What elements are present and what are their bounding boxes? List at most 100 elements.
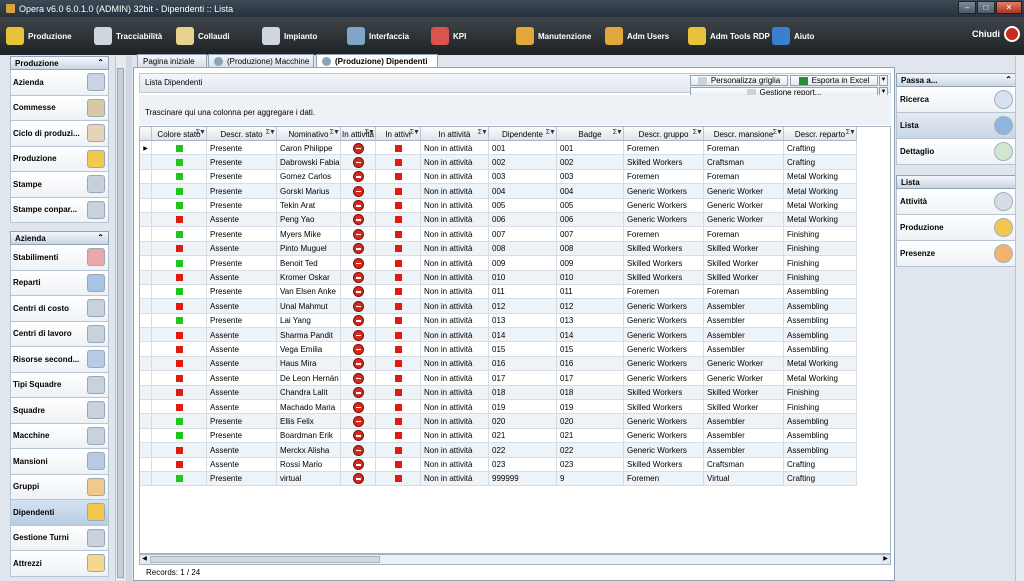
filter-icon[interactable]: Σ▼ [546,129,556,136]
table-row[interactable]: Presente Myers Mike Non in attività 007 007 F… [140,227,857,242]
table-row[interactable]: Assente Rossi Mario Non in attività 023 023 S… [140,457,857,472]
row-indicator[interactable] [140,198,152,213]
nav-item-reparti[interactable]: Reparti [10,270,109,296]
nav-item-dipendenti[interactable]: Dipendenti [10,500,109,526]
table-row[interactable]: Presente Van Elsen Anke Non in attività 011… [140,284,857,300]
scroll-left-arrow[interactable]: ◀ [140,555,149,564]
filter-icon[interactable]: Σ▼ [410,129,420,136]
row-indicator[interactable] [140,169,152,184]
table-row[interactable]: Presente Benoit Ted Non in attività 009 009 S… [140,256,857,271]
column-header-badge[interactable]: Badge Σ▼ [557,127,624,141]
row-indicator[interactable] [140,385,152,400]
nav-item-ciclo-di-produzi[interactable]: Ciclo di produzi... [10,121,109,147]
row-indicator[interactable] [140,428,152,443]
row-indicator[interactable] [140,227,152,242]
scroll-thumb[interactable] [150,556,380,563]
export-dropdown-arrow[interactable]: ▼ [879,75,888,86]
customize-grid-button[interactable]: Personalizza griglia [690,75,788,86]
row-indicator[interactable] [140,342,152,357]
close-window-button[interactable]: ✕ [996,1,1022,14]
column-header-descr-mansione[interactable]: Descr. mansione Σ▼ [704,127,784,141]
column-header-in-attivit[interactable]: In attività Σ▼ [341,127,376,141]
nav-group-produzione-header[interactable]: Produzione ⌃ [10,56,109,70]
nav-item-macchine[interactable]: Macchine [10,423,109,449]
nav-item-commesse[interactable]: Commesse [10,95,109,121]
table-row[interactable]: Assente Unal Mahmut Non in attività 012 012 G… [140,299,857,314]
rp-item-ricerca[interactable]: Ricerca [896,87,1017,113]
left-nav-scrollbar[interactable] [115,56,125,581]
minimize-button[interactable]: – [958,1,976,14]
nav-item-stampe-conpar[interactable]: Stampe conpar... [10,197,109,223]
row-indicator[interactable] [140,457,152,472]
nav-item-gruppi[interactable]: Gruppi [10,474,109,500]
table-row[interactable]: Presente virtual Non in attività 999999 9 For… [140,471,857,487]
column-header-dipendente[interactable]: Dipendente Σ▼ [489,127,557,141]
nav-item-attrezzi[interactable]: Attrezzi [10,551,109,577]
collapse-icon[interactable]: ⌃ [97,58,104,67]
row-indicator[interactable] [140,356,152,371]
right-scrollbar[interactable] [1015,56,1024,581]
filter-icon[interactable]: Σ▼ [365,129,375,136]
panel-splitter[interactable] [126,56,132,581]
column-header-descr-gruppo[interactable]: Descr. gruppo Σ▼ [624,127,704,141]
nav-group-azienda-header[interactable]: Azienda ⌃ [10,231,109,245]
table-row[interactable]: Assente Vega Emilia Non in attività 015 015 G… [140,342,857,357]
row-indicator[interactable] [140,371,152,386]
menu-adm-tools-rdp[interactable]: Adm Tools RDP [688,25,770,47]
scroll-right-arrow[interactable]: ▶ [881,555,890,564]
column-header-descr-stato[interactable]: Descr. stato Σ▼ [207,127,277,141]
table-row[interactable]: Presente Gorski Marius Non in attività 004 0… [140,184,857,199]
table-row[interactable]: Assente Merckx Alisha Non in attività 022 02… [140,443,857,458]
menu-tracciabilit[interactable]: Tracciabilità [94,25,162,47]
menu-impianto[interactable]: Impianto [262,25,317,47]
table-row[interactable]: ▶ Presente Caron Philippe Non in attività 00… [140,141,857,156]
passa-a-header[interactable]: Passa a... ⌃ [896,73,1017,87]
table-row[interactable]: Presente Lai Yang Non in attività 013 013 Gen… [140,313,857,329]
table-row[interactable]: Assente Sharma Pandit Non in attività 014 01… [140,328,857,343]
collapse-icon[interactable]: ⌃ [1005,75,1012,84]
row-indicator[interactable] [140,241,152,256]
export-excel-button[interactable]: Esporta in Excel [790,75,878,86]
nav-item-centri-di-lavoro[interactable]: Centri di lavoro [10,321,109,347]
filter-icon[interactable]: Σ▼ [196,129,206,136]
row-indicator[interactable] [140,212,152,227]
filter-icon[interactable]: Σ▼ [266,129,276,136]
filter-icon[interactable]: Σ▼ [773,129,783,136]
row-indicator[interactable]: ▶ [140,141,152,155]
table-row[interactable]: Presente Tekin Arat Non in attività 005 005 G… [140,198,857,213]
nav-item-azienda[interactable]: Azienda [10,70,109,96]
table-row[interactable]: Presente Dabrowski Fabian Non in attività 0… [140,155,857,170]
filter-icon[interactable]: Σ▼ [613,129,623,136]
row-indicator[interactable] [140,256,152,271]
nav-item-stabilimenti[interactable]: Stabilimenti [10,245,109,271]
nav-item-gestione-turni[interactable]: Gestione Turni [10,525,109,551]
column-header-in-attivit[interactable]: In attività Σ▼ [421,127,489,141]
row-indicator[interactable] [140,299,152,314]
menu-interfaccia[interactable]: Interfaccia [347,25,409,47]
grid-horizontal-scrollbar[interactable]: ◀ ▶ [139,554,891,565]
nav-item-centri-di-costo[interactable]: Centri di costo [10,296,109,322]
scroll-thumb[interactable] [117,68,124,578]
row-indicator[interactable] [140,313,152,328]
rp-item-lista[interactable]: Lista [896,113,1017,139]
column-header-nominativo[interactable]: Nominativo Σ▼ [277,127,341,141]
row-indicator[interactable] [140,328,152,343]
row-indicator[interactable] [140,155,152,170]
menu-collaudi[interactable]: Collaudi [176,25,230,47]
filter-icon[interactable]: Σ▼ [846,129,856,136]
table-row[interactable]: Assente Chandra Lalit Non in attività 018 01… [140,385,857,401]
rp-item-presenze[interactable]: Presenze [896,241,1017,267]
menu-aiuto[interactable]: Aiuto [772,25,814,47]
table-row[interactable]: Assente Machado Maria Non in attività 019 01… [140,400,857,415]
table-row[interactable]: Assente Haus Mira Non in attività 016 016 Gen… [140,356,857,372]
nav-item-squadre[interactable]: Squadre [10,398,109,424]
table-row[interactable]: Assente Pinto Muguel Non in attività 008 008… [140,241,857,257]
row-indicator[interactable] [140,284,152,299]
menu-kpi[interactable]: KPI [431,25,466,47]
table-row[interactable]: Assente Peng Yao Non in attività 006 006 Gene… [140,212,857,228]
table-row[interactable]: Assente De Leon Hernán Non in attività 017 0… [140,371,857,386]
column-header-descr-reparto[interactable]: Descr. reparto Σ▼ [784,127,857,141]
close-app-button[interactable]: Chiudi [972,26,1020,42]
nav-item-risorse-second[interactable]: Risorse second... [10,347,109,373]
collapse-icon[interactable]: ⌃ [97,233,104,242]
